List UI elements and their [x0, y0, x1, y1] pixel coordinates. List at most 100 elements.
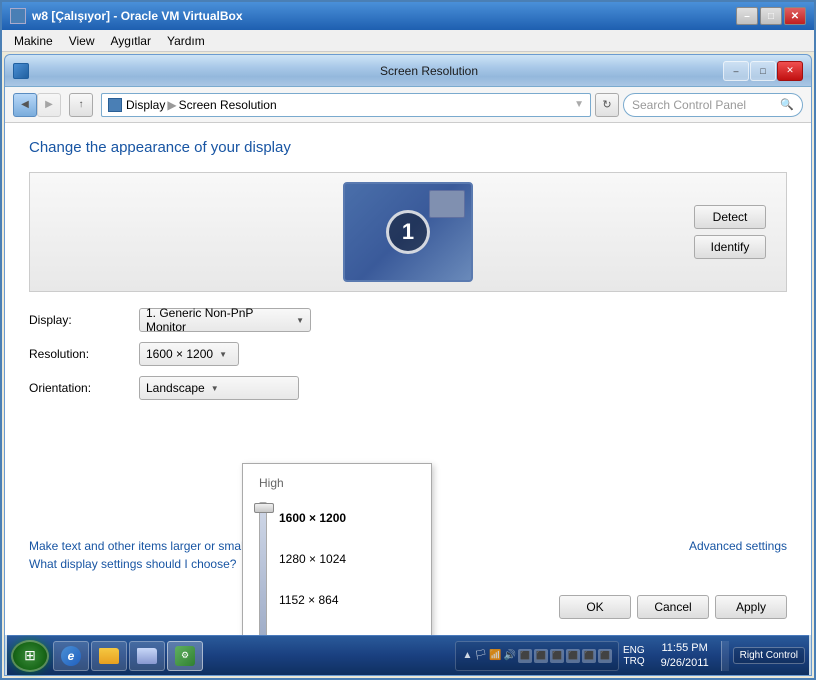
search-icon: 🔍 — [780, 98, 794, 111]
address-icon — [108, 98, 122, 112]
vbox-restore-button[interactable]: □ — [760, 7, 782, 25]
cancel-button[interactable]: Cancel — [637, 595, 709, 619]
lang-area: ENG TRQ — [623, 645, 645, 667]
show-desktop-button[interactable] — [721, 641, 729, 671]
ie-icon: e — [61, 646, 81, 666]
taskbar-folder[interactable] — [91, 641, 127, 671]
vbox-title: w8 [Çalışıyor] - Oracle VM VirtualBox — [32, 9, 736, 23]
orientation-dropdown-arrow-icon: ▼ — [211, 384, 219, 393]
res-option-1024[interactable]: 1024 × 768 — [275, 621, 415, 635]
search-box[interactable]: Search Control Panel 🔍 — [623, 93, 803, 117]
resolution-options: 1600 × 1200 1280 × 1024 1152 × 864 1024 … — [275, 498, 415, 635]
address-resolution: Screen Resolution — [179, 98, 277, 112]
vbox-icon — [10, 8, 26, 24]
search-placeholder: Search Control Panel — [632, 98, 746, 112]
apply-button[interactable]: Apply — [715, 595, 787, 619]
res-option-1152[interactable]: 1152 × 864 — [275, 580, 415, 620]
arrow-up-icon: ▲ — [462, 650, 472, 661]
network-icon: 📶 — [489, 650, 501, 661]
resolution-row: Resolution: 1600 × 1200 ▼ — [29, 342, 787, 366]
menu-yardim[interactable]: Yardım — [159, 32, 213, 50]
page-heading: Change the appearance of your display — [29, 139, 787, 156]
taskbar-ie[interactable]: e — [53, 641, 89, 671]
vbox-minimize-button[interactable]: – — [736, 7, 758, 25]
win7-close-button[interactable]: ✕ — [777, 61, 803, 81]
vbox-menubar: Makine View Aygıtlar Yardım — [2, 30, 814, 52]
resolution-popup: High 1600 × 1200 1280 × 1024 1152 × 864 … — [242, 463, 432, 635]
dialog-buttons: OK Cancel Apply — [559, 595, 787, 619]
flag-icon: 🏳 — [474, 650, 487, 661]
tray-icon-5: ⬛ — [582, 649, 596, 663]
monitor-display[interactable]: 1 — [343, 182, 473, 282]
display-settings-link[interactable]: What display settings should I choose? — [29, 557, 257, 571]
lang2-text: TRQ — [624, 656, 645, 667]
win7-restore-button[interactable]: □ — [750, 61, 776, 81]
right-control-label: Right Control — [733, 647, 805, 664]
folder2-icon — [137, 648, 157, 664]
orientation-row: Orientation: Landscape ▼ — [29, 376, 787, 400]
folder-icon — [99, 648, 119, 664]
forward-button[interactable]: ▶ — [37, 93, 61, 117]
lang-text: ENG — [623, 645, 645, 656]
display-label: Display: — [29, 313, 139, 327]
display-dropdown[interactable]: 1. Generic Non-PnP Monitor ▼ — [139, 308, 311, 332]
address-display: Display — [126, 98, 165, 112]
nav-buttons: ◀ ▶ — [13, 93, 61, 117]
text-size-link[interactable]: Make text and other items larger or smal… — [29, 539, 257, 553]
vbox-window-controls: – □ ✕ — [736, 7, 806, 25]
taskbar-cp[interactable]: ⚙ — [167, 641, 203, 671]
win7-addressbar: ◀ ▶ ↑ Display ▶ Screen Resolution ▼ ↻ Se… — [5, 87, 811, 123]
identify-button[interactable]: Identify — [694, 235, 766, 259]
orientation-dropdown[interactable]: Landscape ▼ — [139, 376, 299, 400]
res-high-label: High — [243, 472, 431, 494]
time-text: 11:55 PM — [662, 641, 708, 655]
resolution-value: 1600 × 1200 — [146, 347, 213, 361]
menu-view[interactable]: View — [61, 32, 103, 50]
speaker-icon: 🔊 — [504, 650, 516, 661]
virtualbox-window: w8 [Çalışıyor] - Oracle VM VirtualBox – … — [0, 0, 816, 680]
cp-icon: ⚙ — [175, 646, 195, 666]
tray-icon-3: ⬛ — [550, 649, 564, 663]
start-button[interactable]: ⊞ — [11, 640, 49, 672]
tray-icon-4: ⬛ — [566, 649, 580, 663]
resolution-label: Resolution: — [29, 347, 139, 361]
win7-icon — [13, 63, 29, 79]
detect-button[interactable]: Detect — [694, 205, 766, 229]
res-slider-area: 1600 × 1200 1280 × 1024 1152 × 864 1024 … — [243, 494, 431, 635]
menu-aygitlar[interactable]: Aygıtlar — [102, 32, 158, 50]
advanced-settings-link[interactable]: Advanced settings — [689, 539, 787, 553]
monitor-display-area: 1 Detect Identify — [29, 172, 787, 292]
back-button[interactable]: ◀ — [13, 93, 37, 117]
orientation-label: Orientation: — [29, 381, 139, 395]
taskbar-folder2[interactable] — [129, 641, 165, 671]
vbox-close-button[interactable]: ✕ — [784, 7, 806, 25]
resolution-slider-track[interactable] — [259, 502, 267, 635]
resolution-dropdown[interactable]: 1600 × 1200 ▼ — [139, 342, 239, 366]
vbox-titlebar: w8 [Çalışıyor] - Oracle VM VirtualBox – … — [2, 2, 814, 30]
tray-icon-6: ⬛ — [598, 649, 612, 663]
win7-window: Screen Resolution – □ ✕ ◀ ▶ ↑ Display ▶ … — [4, 54, 812, 676]
res-option-1280[interactable]: 1280 × 1024 — [275, 539, 415, 579]
bottom-links: Make text and other items larger or smal… — [29, 539, 257, 575]
win7-taskbar: ⊞ e ⚙ ▲ 🏳 📶 🔊 ⬛ ⬛ ⬛ ⬛ — [7, 635, 809, 675]
win7-content: Change the appearance of your display 1 … — [5, 123, 811, 635]
display-dropdown-arrow-icon: ▼ — [296, 316, 304, 325]
refresh-button[interactable]: ↻ — [595, 93, 619, 117]
address-bar[interactable]: Display ▶ Screen Resolution ▼ — [101, 93, 591, 117]
win7-title: Screen Resolution — [35, 64, 816, 78]
res-option-1600[interactable]: 1600 × 1200 — [275, 498, 415, 538]
resolution-dropdown-arrow-icon: ▼ — [219, 350, 227, 359]
win7-minimize-button[interactable]: – — [723, 61, 749, 81]
menu-makine[interactable]: Makine — [6, 32, 61, 50]
monitor-number: 1 — [386, 210, 430, 254]
monitor-small-icon — [429, 190, 465, 218]
ok-button[interactable]: OK — [559, 595, 631, 619]
tray-icon-2: ⬛ — [534, 649, 548, 663]
resolution-slider-thumb[interactable] — [254, 503, 274, 513]
display-value: 1. Generic Non-PnP Monitor — [146, 306, 290, 334]
address-arrow: ▶ — [167, 98, 176, 112]
date-text: 9/26/2011 — [661, 656, 709, 670]
clock-area[interactable]: 11:55 PM 9/26/2011 — [653, 641, 717, 670]
up-button[interactable]: ↑ — [69, 93, 93, 117]
win7-titlebar: Screen Resolution – □ ✕ — [5, 55, 811, 87]
